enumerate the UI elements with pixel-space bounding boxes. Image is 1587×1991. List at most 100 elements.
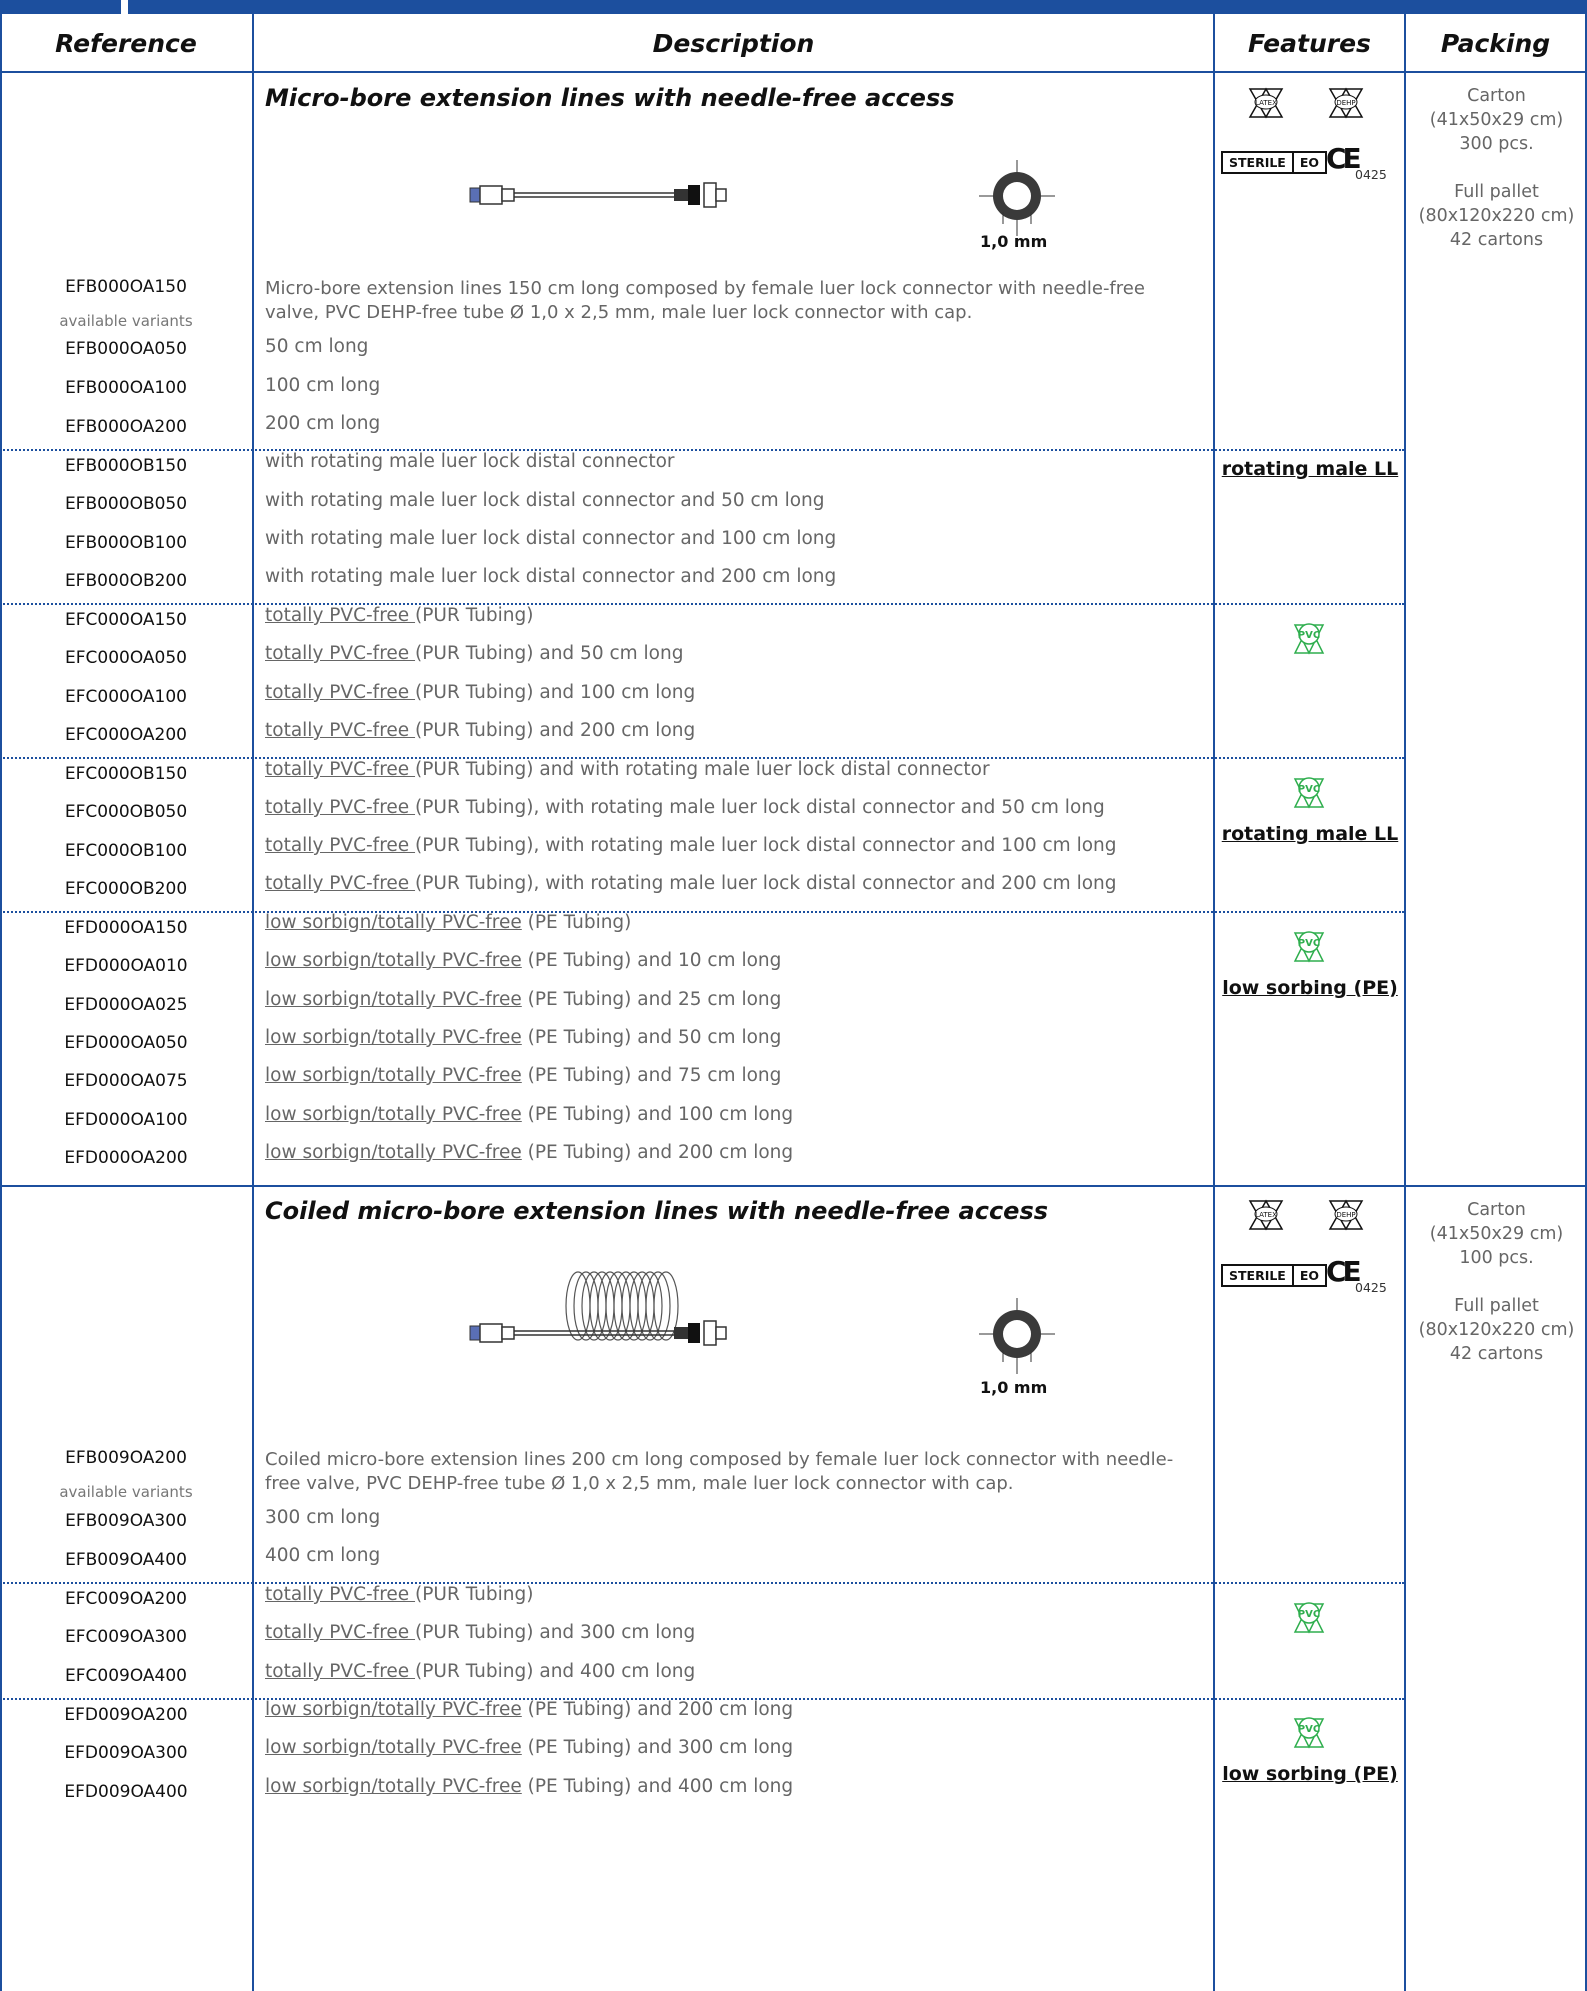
reference-code: EFC000OB100 bbox=[64, 841, 188, 861]
header-features: Features bbox=[1248, 28, 1371, 58]
variant-description-text: (PUR Tubing), with rotating male luer lo… bbox=[415, 835, 1117, 856]
variant-description: low sorbign/totally PVC-free (PE Tubing)… bbox=[265, 1027, 1195, 1048]
pvc-free-link: totally PVC-free bbox=[265, 759, 416, 780]
section-divider bbox=[0, 1185, 1587, 1187]
pvc-free-icon: PVC bbox=[1293, 623, 1325, 655]
variant-description: low sorbign/totally PVC-free (PE Tubing)… bbox=[265, 989, 1195, 1010]
variant-description: totally PVC-free (PUR Tubing) and 50 cm … bbox=[265, 643, 1195, 664]
reference-code: EFC009OA200 bbox=[65, 1589, 187, 1609]
svg-text:PVC: PVC bbox=[1298, 630, 1320, 641]
sterile-label: STERILE bbox=[1229, 155, 1286, 170]
variant-description-text: (PE Tubing) and 10 cm long bbox=[521, 950, 782, 971]
variant-description: low sorbign/totally PVC-free (PE Tubing)… bbox=[265, 1065, 1195, 1086]
variant-description-text: (PUR Tubing), with rotating male luer lo… bbox=[415, 873, 1117, 894]
reference-code: EFB009OA400 bbox=[65, 1550, 187, 1570]
packing-line: (41x50x29 cm) bbox=[1429, 110, 1564, 130]
reference-code: EFC000OA050 bbox=[65, 648, 187, 668]
packing-line: 300 pcs. bbox=[1459, 134, 1534, 154]
eo-label: EO bbox=[1291, 1266, 1325, 1285]
latex-free-icon: LATEX bbox=[1248, 1199, 1284, 1231]
reference-code: EFB000OB100 bbox=[64, 533, 188, 553]
variant-description: low sorbign/totally PVC-free (PE Tubing)… bbox=[265, 1104, 1195, 1125]
column-divider-reference bbox=[252, 14, 254, 1991]
variant-description: totally PVC-free (PUR Tubing) bbox=[265, 605, 1195, 626]
variant-description-text: (PUR Tubing) bbox=[415, 605, 534, 626]
coiled-extension-line-image bbox=[469, 1271, 727, 1346]
variant-description: totally PVC-free (PUR Tubing), with rota… bbox=[265, 797, 1195, 818]
tube-cross-section-image bbox=[979, 160, 1055, 236]
reference-code: EFB000OB050 bbox=[64, 494, 188, 514]
pvc-free-link: totally PVC-free bbox=[265, 1622, 416, 1643]
variant-description: 100 cm long bbox=[265, 375, 381, 396]
variant-description-text: (PE Tubing) and 25 cm long bbox=[521, 989, 782, 1010]
variant-description: low sorbign/totally PVC-free (PE Tubing)… bbox=[265, 1737, 1195, 1758]
variant-description: low sorbign/totally PVC-free (PE Tubing)… bbox=[265, 1776, 1195, 1797]
pvc-free-link: totally PVC-free bbox=[265, 605, 416, 626]
pvc-free-icon: PVC bbox=[1293, 1602, 1325, 1634]
reference-code: EFC000OB050 bbox=[64, 802, 188, 822]
tube-diameter-label: 1,0 mm bbox=[980, 1378, 1048, 1397]
latex-free-icon: LATEX bbox=[1248, 87, 1284, 119]
packing-line: Carton bbox=[1467, 1200, 1526, 1220]
ce-code: 0425 bbox=[1355, 167, 1387, 182]
reference-code: EFB000OB200 bbox=[64, 571, 188, 591]
low-sorbing-link: low sorbign/totally PVC-free bbox=[265, 950, 522, 971]
reference-code: EFD000OA200 bbox=[64, 1148, 188, 1168]
variant-description-text: (PE Tubing) and 75 cm long bbox=[521, 1065, 782, 1086]
packing-line: 100 pcs. bbox=[1459, 1248, 1534, 1268]
column-divider-features bbox=[1404, 14, 1406, 1991]
reference-code: EFD009OA300 bbox=[64, 1743, 188, 1763]
top-bar bbox=[0, 0, 1587, 14]
packing-line: Carton bbox=[1467, 86, 1526, 106]
packing-line: (80x120x220 cm) bbox=[1418, 206, 1575, 226]
pvc-free-link: totally PVC-free bbox=[265, 720, 416, 741]
feature-rotating-male-ll: rotating male LL bbox=[1221, 458, 1399, 480]
svg-text:PVC: PVC bbox=[1298, 784, 1320, 795]
variant-description-text: (PUR Tubing) and 400 cm long bbox=[415, 1661, 696, 1682]
low-sorbing-link: low sorbign/totally PVC-free bbox=[265, 1065, 522, 1086]
top-bar-notch bbox=[121, 0, 128, 14]
low-sorbing-link: low sorbign/totally PVC-free bbox=[265, 1776, 522, 1797]
variant-description: with rotating male luer lock distal conn… bbox=[265, 566, 837, 587]
available-variants-label: available variants bbox=[59, 312, 193, 330]
sterile-label: STERILE bbox=[1229, 1268, 1286, 1283]
variant-description: totally PVC-free (PUR Tubing) bbox=[265, 1584, 1195, 1605]
reference-code: EFC000OA150 bbox=[65, 610, 187, 630]
section2-title: Coiled micro-bore extension lines with n… bbox=[265, 1197, 1049, 1225]
reference-code: EFB009OA200 bbox=[65, 1448, 187, 1468]
reference-code: EFB000OA150 bbox=[65, 277, 187, 297]
reference-code: EFB000OA050 bbox=[65, 339, 187, 359]
reference-code: EFD009OA200 bbox=[64, 1705, 188, 1725]
header-packing: Packing bbox=[1440, 28, 1551, 58]
variant-description: 50 cm long bbox=[265, 336, 369, 357]
variant-description-text: (PUR Tubing) and with rotating male luer… bbox=[415, 759, 990, 780]
svg-text:PVC: PVC bbox=[1298, 1724, 1320, 1735]
sterile-eo-badge: STERILE EO bbox=[1221, 1264, 1328, 1287]
available-variants-label: available variants bbox=[59, 1483, 193, 1501]
reference-code: EFB000OB150 bbox=[64, 456, 188, 476]
packing-line: (41x50x29 cm) bbox=[1429, 1224, 1564, 1244]
variant-description: 400 cm long bbox=[265, 1545, 381, 1566]
reference-code: EFD000OA050 bbox=[64, 1033, 188, 1053]
variant-description: 300 cm long bbox=[265, 1507, 381, 1528]
variant-description-text: (PUR Tubing) and 300 cm long bbox=[415, 1622, 696, 1643]
reference-code: EFD000OA010 bbox=[64, 956, 188, 976]
reference-code: EFD000OA075 bbox=[64, 1071, 188, 1091]
reference-code: EFC000OA200 bbox=[65, 725, 187, 745]
reference-code: EFC000OA100 bbox=[65, 687, 187, 707]
packing-spacer bbox=[1406, 1270, 1587, 1294]
packing-line: Full pallet bbox=[1454, 1296, 1539, 1316]
variant-description-text: (PUR Tubing), with rotating male luer lo… bbox=[415, 797, 1105, 818]
variant-description-text: (PE Tubing) and 200 cm long bbox=[521, 1699, 794, 1720]
low-sorbing-link: low sorbign/totally PVC-free bbox=[265, 1027, 522, 1048]
variant-description: low sorbign/totally PVC-free (PE Tubing)… bbox=[265, 1142, 1195, 1163]
reference-code: EFC000OB150 bbox=[64, 764, 188, 784]
variant-description-text: (PE Tubing) bbox=[521, 912, 632, 933]
reference-code: EFB000OA200 bbox=[65, 417, 187, 437]
variant-description: totally PVC-free (PUR Tubing) and 100 cm… bbox=[265, 682, 1195, 703]
variant-description: with rotating male luer lock distal conn… bbox=[265, 451, 675, 472]
low-sorbing-link: low sorbign/totally PVC-free bbox=[265, 1699, 522, 1720]
pvc-free-icon: PVC bbox=[1293, 777, 1325, 809]
variant-description-text: (PUR Tubing) bbox=[415, 1584, 534, 1605]
svg-text:DEHP: DEHP bbox=[1336, 99, 1355, 107]
